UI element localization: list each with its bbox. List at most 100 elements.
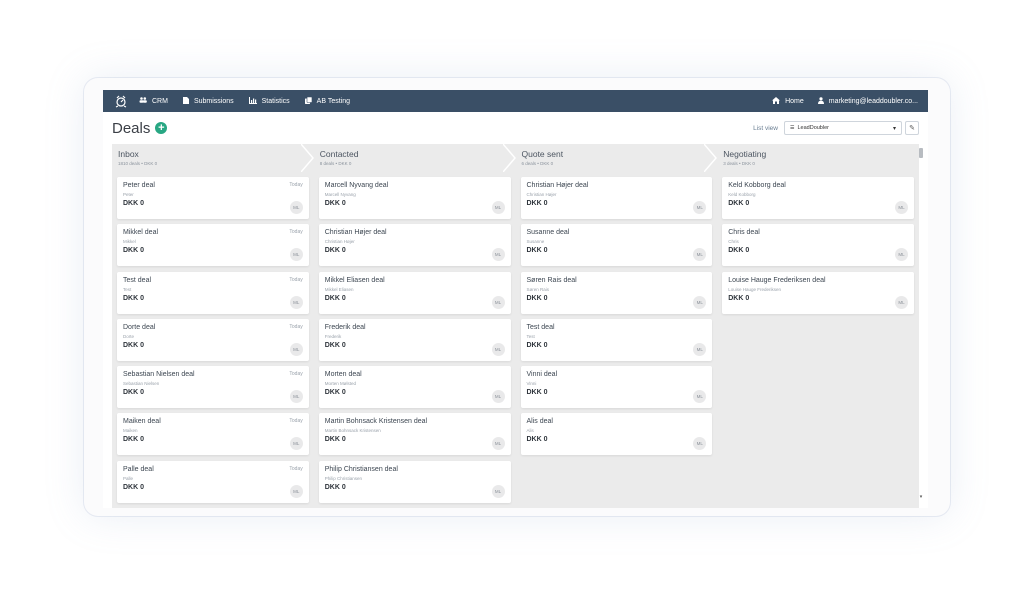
owner-avatar[interactable]: ML — [491, 437, 505, 451]
owner-avatar[interactable]: ML — [895, 295, 908, 309]
deal-card[interactable]: Marcell Nyvang deal Marcell Nyvang DKK 0 ML — [318, 177, 511, 219]
deal-contact: Frederik — [324, 333, 342, 339]
stage-column: Marcell Nyvang deal Marcell Nyvang DKK 0 ML… — [314, 172, 516, 508]
deal-value: DKK 0 — [728, 247, 750, 255]
owner-avatar[interactable]: ML — [289, 484, 303, 498]
deal-card[interactable]: Alis deal Alis DKK 0 ML — [520, 413, 713, 456]
deal-card[interactable]: Mikkel deal Today Mikkel DKK 0 ML — [117, 224, 309, 267]
deal-title: Vinni deal — [526, 371, 558, 379]
nav-statistics[interactable]: Statistics — [248, 96, 290, 106]
stage-header[interactable]: Negotiating 3 deals • DKK 0 — [717, 144, 919, 172]
owner-avatar[interactable]: ML — [895, 248, 908, 262]
deal-card[interactable]: Morten deal Morten Mølsted DKK 0 ML — [318, 366, 511, 409]
scroll-down-arrow-icon[interactable]: ▾ — [918, 494, 924, 500]
owner-avatar[interactable]: ML — [289, 201, 303, 214]
nav-user-menu[interactable]: marketing@leaddoubler.co... — [817, 96, 918, 106]
owner-avatar[interactable]: ML — [491, 390, 505, 404]
deal-card[interactable]: Søren Rais deal Søren Rais DKK 0 ML — [520, 271, 713, 314]
add-deal-button[interactable]: + — [155, 122, 168, 134]
deal-card[interactable]: Frederik deal Frederik DKK 0 ML — [318, 318, 511, 361]
deal-card[interactable]: Keld Kobborg deal Keld Kobborg DKK 0 ML — [722, 177, 914, 219]
list-view-select[interactable]: ☰ LeadDoubler ▾ — [784, 121, 902, 135]
deal-card[interactable]: Vinni deal Vinni DKK 0 ML — [520, 366, 713, 409]
deal-contact: Test — [526, 333, 535, 339]
deal-card[interactable]: Martin Bohnsack Kristensen deal Martin Bo… — [318, 413, 511, 456]
deal-value: DKK 0 — [526, 200, 548, 207]
deal-title: Martin Bohnsack Kristensen deal — [324, 418, 428, 426]
nav-submissions[interactable]: Submissions — [182, 96, 234, 106]
nav-submissions-label: Submissions — [193, 97, 234, 105]
deal-card[interactable]: Maiken deal Today Maiken DKK 0 ML — [117, 413, 309, 456]
deal-card[interactable]: Sebastian Nielsen deal Today Sebastian Nie… — [117, 366, 309, 409]
deal-card[interactable]: Palle deal Today Palle DKK 0 ML — [117, 460, 309, 503]
stage-header[interactable]: Inbox 1810 deals • DKK 0 — [112, 144, 314, 172]
edit-list-view-button[interactable]: ✎ — [905, 121, 919, 135]
owner-avatar[interactable]: ML — [491, 201, 505, 214]
stage-summary: 3 deals • DKK 0 — [723, 161, 755, 166]
stage-header[interactable]: Quote sent 6 deals • DKK 0 — [516, 144, 718, 172]
nav-home[interactable]: Home — [772, 96, 804, 106]
vertical-scrollbar[interactable]: ▾ — [918, 148, 924, 508]
stage-column: Christian Højer deal Christian Højer DKK 0… — [516, 172, 718, 508]
stage-header[interactable]: Contacted 8 deals • DKK 0 — [314, 144, 516, 172]
nav-ab-testing[interactable]: AB Testing — [304, 96, 350, 106]
deal-contact: Martin Bohnsack Kristensen — [324, 428, 381, 434]
owner-avatar[interactable]: ML — [693, 342, 707, 356]
deal-title: Louise Hauge Frederiksen deal — [728, 276, 826, 284]
deal-contact: Peter — [123, 192, 134, 197]
stage-name: Contacted — [319, 149, 359, 159]
deal-card[interactable]: Philip Christiansen deal Philip Christian… — [318, 460, 511, 503]
deal-contact: Søren Rais — [526, 286, 550, 292]
owner-avatar[interactable]: ML — [693, 295, 707, 309]
owner-avatar[interactable]: ML — [491, 248, 505, 262]
owner-avatar[interactable]: ML — [693, 437, 707, 451]
owner-avatar[interactable]: ML — [289, 390, 303, 404]
deal-card[interactable]: Louise Hauge Frederiksen deal Louise Haug… — [722, 271, 914, 314]
deal-contact: Alis — [526, 428, 534, 434]
deal-title: Sebastian Nielsen deal — [123, 371, 195, 379]
page-title: Deals — [112, 119, 151, 137]
owner-avatar[interactable]: ML — [289, 248, 303, 262]
owner-avatar[interactable]: ML — [693, 201, 707, 214]
deal-contact: Marcell Nyvang — [324, 192, 356, 197]
stage-columns: Peter deal Today Peter DKK 0 ML Mikkel deal To… — [112, 172, 919, 508]
deal-card[interactable]: Chris deal Chris DKK 0 ML — [722, 224, 914, 267]
deal-value: DKK 0 — [324, 341, 346, 349]
deal-card[interactable]: Test deal Test DKK 0 ML — [520, 318, 713, 361]
owner-avatar[interactable]: ML — [491, 484, 505, 498]
deal-contact: Mikkel Eliasen — [324, 286, 354, 292]
nav-ab-testing-label: AB Testing — [316, 97, 350, 105]
owner-avatar[interactable]: ML — [289, 437, 303, 451]
deal-title: Chris deal — [728, 229, 760, 237]
deal-card[interactable]: Christian Højer deal Christian Højer DKK 0… — [318, 224, 511, 267]
deal-card[interactable]: Peter deal Today Peter DKK 0 ML — [117, 177, 309, 219]
owner-avatar[interactable]: ML — [895, 201, 908, 214]
owner-avatar[interactable]: ML — [491, 295, 505, 309]
deal-value: DKK 0 — [123, 294, 145, 302]
deal-date: Today — [289, 465, 303, 472]
stage-separator-chevron — [502, 144, 516, 172]
deal-title: Mikkel Eliasen deal — [324, 276, 385, 284]
deal-card[interactable]: Christian Højer deal Christian Højer DKK 0… — [520, 177, 713, 219]
owner-avatar[interactable]: ML — [693, 248, 707, 262]
scrollbar-thumb[interactable] — [919, 148, 923, 158]
deal-value: DKK 0 — [526, 247, 548, 255]
owner-avatar[interactable]: ML — [289, 342, 303, 356]
owner-avatar[interactable]: ML — [491, 342, 505, 356]
deal-card[interactable]: Susanne deal Susanne DKK 0 ML — [520, 224, 713, 267]
deal-card[interactable]: Test deal Today Test DKK 0 ML — [117, 271, 309, 314]
nav-crm[interactable]: CRM — [139, 97, 168, 105]
owner-avatar[interactable]: ML — [693, 390, 707, 404]
deal-value: DKK 0 — [324, 436, 346, 444]
deal-title: Frederik deal — [324, 323, 366, 331]
page-header: Deals + List view ☰ LeadDoubler ▾ ✎ — [103, 112, 928, 144]
deal-contact: Sebastian Nielsen — [123, 381, 160, 387]
app-logo-icon[interactable] — [113, 93, 129, 109]
deal-card[interactable]: Dorte deal Today Dorte DKK 0 ML — [117, 318, 309, 361]
deal-card[interactable]: Mikkel Eliasen deal Mikkel Eliasen DKK 0 ML — [318, 271, 511, 314]
copy-icon — [304, 96, 312, 106]
deal-contact: Susanne — [526, 239, 545, 245]
owner-avatar[interactable]: ML — [289, 295, 303, 309]
deal-value: DKK 0 — [324, 294, 346, 302]
stage-header-row: Inbox 1810 deals • DKK 0 Contacted 8 deals … — [112, 144, 919, 172]
